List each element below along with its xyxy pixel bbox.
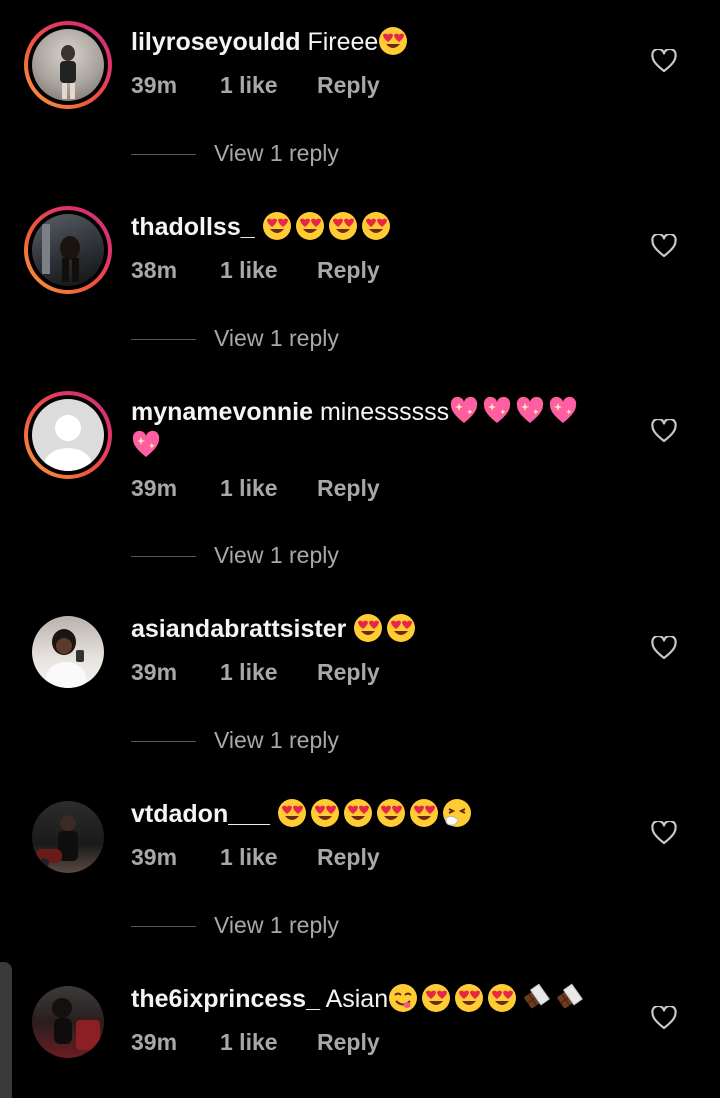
like-count[interactable]: 1 like	[220, 844, 278, 871]
avatar-photo-icon	[42, 224, 80, 282]
comment-time: 39m	[131, 72, 178, 98]
view-replies-label: View 1 reply	[214, 727, 339, 753]
like-heart-icon[interactable]	[651, 1006, 677, 1030]
comment-text: minessssss	[319, 398, 450, 426]
username[interactable]: lilyroseyouldd	[131, 28, 300, 56]
like-count[interactable]: 1 like	[220, 257, 278, 284]
avatar[interactable]	[24, 793, 112, 881]
heart-eyes-emoji-icon	[387, 614, 416, 642]
heart-eyes-emoji-icon	[422, 984, 451, 1012]
heart-eyes-emoji-icon	[328, 212, 357, 240]
reply-button[interactable]: Reply	[317, 475, 380, 502]
divider	[131, 339, 196, 340]
username[interactable]: vtdadon___	[131, 800, 270, 828]
comment-time: 39m	[131, 1029, 178, 1055]
reply-button[interactable]: Reply	[317, 72, 380, 99]
divider	[131, 556, 196, 557]
heart-eyes-emoji-icon	[310, 799, 339, 827]
sparkling-heart-emoji-icon	[132, 430, 160, 457]
avatar[interactable]	[24, 391, 112, 479]
chocolate-bar-emoji-icon	[557, 983, 583, 1009]
divider	[131, 154, 196, 155]
heart-eyes-emoji-icon	[409, 799, 438, 827]
divider	[131, 741, 196, 742]
username[interactable]: asiandabrattsister	[131, 615, 346, 643]
like-count[interactable]: 1 like	[220, 72, 278, 99]
comment-time: 39m	[131, 844, 178, 870]
comment-time: 39m	[131, 475, 178, 501]
yum-face-emoji-icon	[389, 984, 418, 1012]
username[interactable]: thadollss_	[131, 213, 255, 241]
comment-time: 39m	[131, 659, 178, 685]
sparkling-heart-emoji-icon	[450, 396, 478, 423]
comment-text: Asian	[325, 985, 389, 1013]
heart-eyes-emoji-icon	[455, 984, 484, 1012]
divider	[131, 926, 196, 927]
chocolate-bar-emoji-icon	[524, 983, 550, 1009]
like-heart-icon[interactable]	[651, 419, 677, 443]
view-replies-label: View 1 reply	[214, 140, 339, 166]
heart-eyes-emoji-icon	[295, 212, 324, 240]
reply-button[interactable]: Reply	[317, 257, 380, 284]
username[interactable]: mynamevonnie	[131, 398, 313, 426]
avatar-photo-icon	[52, 998, 100, 1050]
like-heart-icon[interactable]	[651, 234, 677, 258]
heart-eyes-emoji-icon	[379, 27, 408, 55]
avatar[interactable]	[24, 608, 112, 696]
like-heart-icon[interactable]	[651, 636, 677, 660]
comment-text: Fireee	[307, 28, 379, 56]
like-heart-icon[interactable]	[651, 49, 677, 73]
avatar-photo-icon	[36, 815, 78, 868]
avatar[interactable]	[24, 21, 112, 109]
edge-panel-handle[interactable]	[0, 962, 12, 1098]
avatar[interactable]	[24, 206, 112, 294]
heart-eyes-emoji-icon	[354, 614, 383, 642]
reply-button[interactable]: Reply	[317, 659, 380, 686]
default-profile-icon	[44, 415, 92, 471]
avatar-photo-icon	[46, 629, 86, 688]
heart-eyes-emoji-icon	[361, 212, 390, 240]
heart-eyes-emoji-icon	[277, 799, 306, 827]
heart-eyes-emoji-icon	[343, 799, 372, 827]
view-replies-label: View 1 reply	[214, 542, 339, 568]
comment-time: 38m	[131, 257, 178, 283]
avatar-photo-icon	[60, 45, 76, 99]
like-count[interactable]: 1 like	[220, 659, 278, 686]
view-replies-label: View 1 reply	[214, 912, 339, 938]
like-heart-icon[interactable]	[651, 821, 677, 845]
heart-eyes-emoji-icon	[488, 984, 517, 1012]
like-count[interactable]: 1 like	[220, 1029, 278, 1056]
sparkling-heart-emoji-icon	[483, 396, 511, 423]
view-replies-label: View 1 reply	[214, 325, 339, 351]
sparkling-heart-emoji-icon	[549, 396, 577, 423]
avatar[interactable]	[24, 978, 112, 1066]
sneezing-face-emoji-icon	[442, 799, 471, 827]
username[interactable]: the6ixprincess_	[131, 985, 320, 1013]
reply-button[interactable]: Reply	[317, 1029, 380, 1056]
reply-button[interactable]: Reply	[317, 844, 380, 871]
like-count[interactable]: 1 like	[220, 475, 278, 502]
heart-eyes-emoji-icon	[262, 212, 291, 240]
sparkling-heart-emoji-icon	[516, 396, 544, 423]
heart-eyes-emoji-icon	[376, 799, 405, 827]
